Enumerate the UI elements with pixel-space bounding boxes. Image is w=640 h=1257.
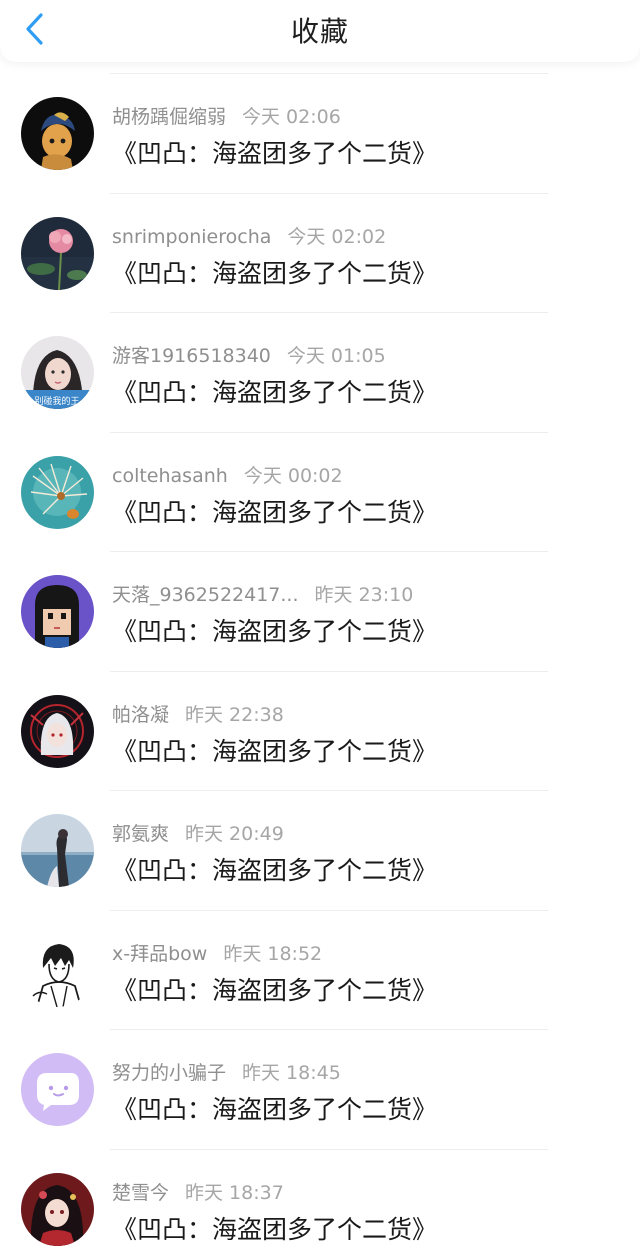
avatar-caption: 别碰我的王 xyxy=(34,395,79,407)
favorite-title[interactable]: 《凹凸：海盗团多了个二货》 xyxy=(112,612,437,648)
timestamp: 昨天 22:38 xyxy=(185,703,284,726)
favorite-title[interactable]: 《凹凸：海盗团多了个二货》 xyxy=(112,254,437,290)
divider xyxy=(110,551,548,552)
avatar[interactable] xyxy=(21,1053,94,1126)
divider xyxy=(110,73,548,74)
timestamp: 昨天 18:45 xyxy=(242,1062,341,1084)
favorite-title[interactable]: 《凹凸：海盗团多了个二货》 xyxy=(112,1090,437,1126)
timestamp: 昨天 18:52 xyxy=(223,942,323,965)
divider xyxy=(110,1029,548,1030)
favorite-title[interactable]: 《凹凸：海盗团多了个二货》 xyxy=(112,851,437,887)
user-name[interactable]: 游客1916518340 xyxy=(112,345,271,367)
user-name[interactable]: 胡杨踽倔缩弱 xyxy=(112,106,226,128)
favorite-title[interactable]: 《凹凸：海盗团多了个二货》 xyxy=(112,493,437,529)
user-name[interactable]: 郭氨爽 xyxy=(112,823,169,845)
divider xyxy=(110,909,548,911)
list-item[interactable]: 楚雪今 昨天 18:37 《凹凸：海盗团多了个二货》 xyxy=(0,1136,640,1256)
list-item[interactable]: x-拜品bow 昨天 18:52 《凹凸：海盗团多了个二货》 xyxy=(0,897,640,1017)
timestamp: 昨天 20:49 xyxy=(185,823,284,845)
list-item[interactable]: coltehasanh 今天 00:02 《凹凸：海盗团多了个二货》 xyxy=(0,419,640,539)
list-item[interactable]: 帕洛凝 昨天 22:38 《凹凸：海盗团多了个二货》 xyxy=(0,658,640,778)
user-name[interactable]: 楚雪今 xyxy=(112,1182,169,1204)
user-name[interactable]: coltehasanh xyxy=(112,465,228,487)
avatar[interactable] xyxy=(21,933,94,1007)
timestamp: 今天 02:06 xyxy=(242,106,341,128)
list-item[interactable]: snrimponierocha 今天 02:02 《凹凸：海盗团多了个二货》 xyxy=(0,180,640,300)
user-name[interactable]: x-拜品bow xyxy=(112,943,207,965)
user-name[interactable]: 努力的小骗子 xyxy=(112,1062,226,1084)
user-name[interactable]: snrimponierocha xyxy=(112,226,271,248)
avatar[interactable] xyxy=(21,1172,94,1246)
divider xyxy=(110,431,548,433)
timestamp: 今天 00:02 xyxy=(243,464,343,487)
timestamp: 昨天 18:37 xyxy=(185,1181,284,1204)
favorite-title[interactable]: 《凹凸：海盗团多了个二货》 xyxy=(112,134,437,170)
favorite-title[interactable]: 《凹凸：海盗团多了个二货》 xyxy=(112,971,437,1007)
divider xyxy=(110,790,548,791)
avatar[interactable] xyxy=(21,216,94,290)
list-item[interactable]: 胡杨踽倔缩弱 今天 02:06 《凹凸：海盗团多了个二货》 xyxy=(0,60,640,180)
avatar[interactable] xyxy=(21,814,94,887)
avatar[interactable]: 别碰我的王 xyxy=(21,336,94,409)
avatar[interactable] xyxy=(21,694,94,768)
list-item[interactable]: 努力的小骗子 昨天 18:45 《凹凸：海盗团多了个二货》 xyxy=(0,1016,640,1136)
divider xyxy=(110,670,548,672)
user-name[interactable]: 帕洛凝 xyxy=(112,704,169,726)
favorites-list: 胡杨踽倔缩弱 今天 02:06 《凹凸：海盗团多了个二货》 snrimponier… xyxy=(0,60,640,1255)
page-title: 收藏 xyxy=(290,15,349,48)
list-item[interactable]: 别碰我的王 游客1916518340 今天 01:05 《凹凸：海盗团多了个二货》 xyxy=(0,299,640,419)
timestamp: 今天 01:05 xyxy=(286,345,386,367)
divider xyxy=(110,192,548,194)
list-item[interactable]: 郭氨爽 昨天 20:49 《凹凸：海盗团多了个二货》 xyxy=(0,777,640,897)
list-item[interactable]: 天落_9362522417... 昨天 23:10 《凹凸：海盗团多了个二货》 xyxy=(0,538,640,658)
avatar[interactable] xyxy=(21,575,94,648)
divider xyxy=(110,312,548,313)
favorite-title[interactable]: 《凹凸：海盗团多了个二货》 xyxy=(112,373,437,409)
divider xyxy=(110,1148,548,1150)
avatar[interactable] xyxy=(21,97,94,170)
top-bar: 收藏 xyxy=(0,0,640,62)
timestamp: 昨天 23:10 xyxy=(314,584,414,606)
user-name[interactable]: 天落_9362522417... xyxy=(112,584,299,606)
favorite-title[interactable]: 《凹凸：海盗团多了个二货》 xyxy=(112,732,437,768)
favorite-title[interactable]: 《凹凸：海盗团多了个二货》 xyxy=(112,1210,437,1246)
avatar[interactable] xyxy=(21,455,94,529)
timestamp: 今天 02:02 xyxy=(287,225,387,248)
